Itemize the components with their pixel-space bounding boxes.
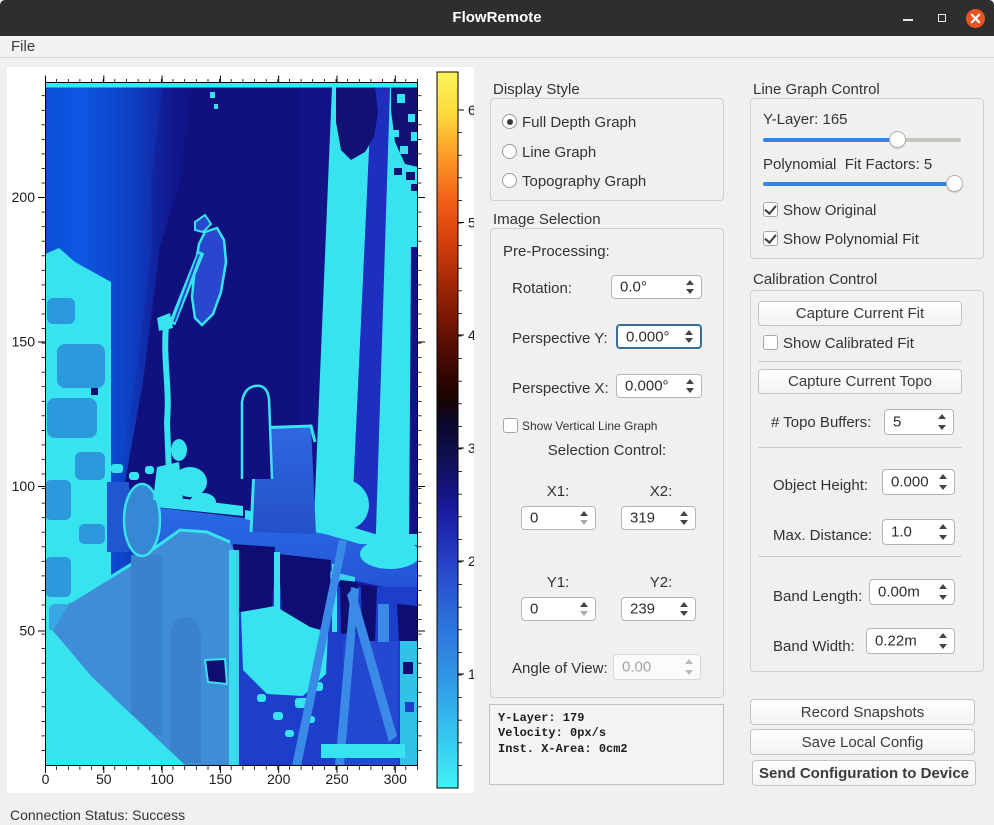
svg-text:2: 2 xyxy=(468,553,474,569)
svg-text:250: 250 xyxy=(325,771,349,787)
svg-text:100: 100 xyxy=(12,478,36,494)
svg-text:200: 200 xyxy=(267,771,291,787)
svg-text:4: 4 xyxy=(468,327,474,343)
svg-text:1: 1 xyxy=(468,666,474,682)
svg-text:100: 100 xyxy=(150,771,174,787)
svg-text:5: 5 xyxy=(468,215,474,231)
svg-text:150: 150 xyxy=(12,334,36,350)
svg-text:50: 50 xyxy=(96,771,112,787)
svg-text:50: 50 xyxy=(19,623,35,639)
svg-text:0: 0 xyxy=(42,771,50,787)
svg-text:3: 3 xyxy=(468,440,474,456)
svg-text:150: 150 xyxy=(209,771,233,787)
svg-text:300: 300 xyxy=(384,771,408,787)
svg-text:6: 6 xyxy=(468,102,474,118)
svg-text:200: 200 xyxy=(12,189,36,205)
